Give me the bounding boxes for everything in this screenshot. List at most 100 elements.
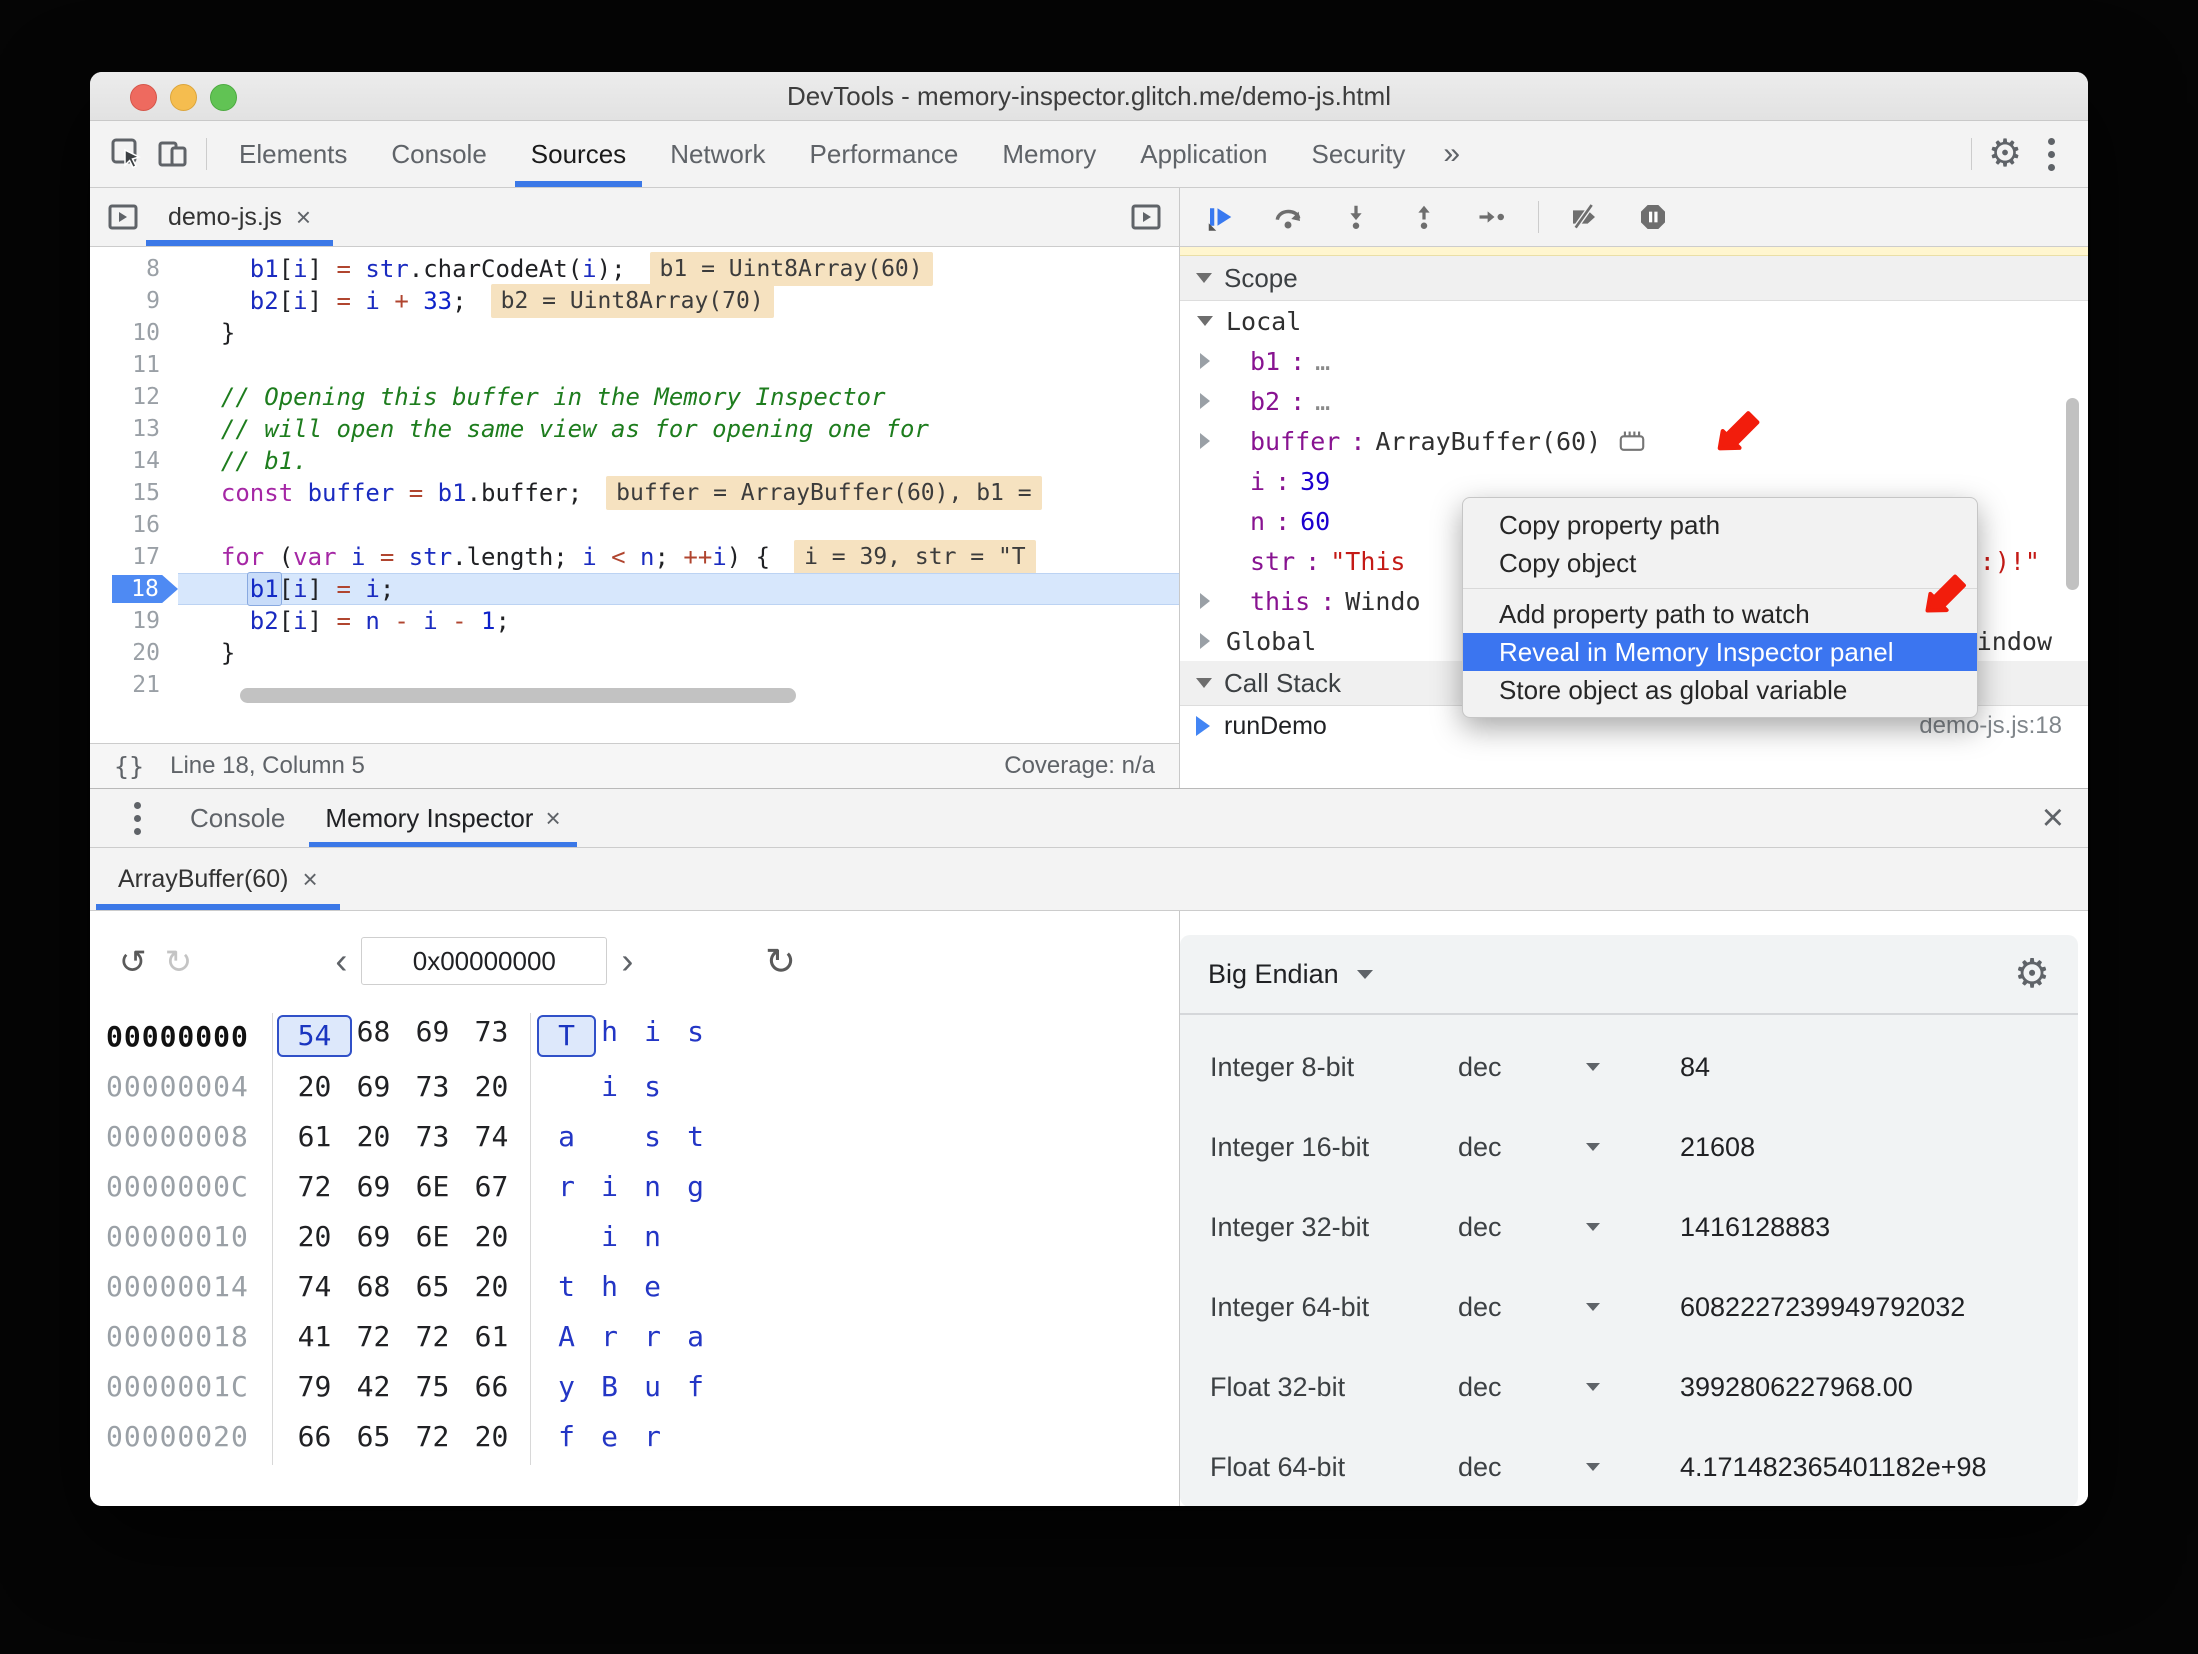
- pretty-print-button[interactable]: {}: [114, 752, 144, 781]
- hex-byte-cell[interactable]: 66: [462, 1370, 521, 1403]
- hex-byte-cell[interactable]: 72: [285, 1170, 344, 1203]
- ascii-cell[interactable]: [545, 1220, 588, 1253]
- chevron-down-icon[interactable]: [1586, 1223, 1600, 1231]
- code-line-8[interactable]: 8 b1[i] = str .charCodeAt(i); b1 = Uint8Ar…: [90, 252, 1179, 286]
- menu-item-reveal-in-memory-inspector-panel[interactable]: Reveal in Memory Inspector panel: [1463, 633, 1977, 671]
- chevron-down-icon[interactable]: [1586, 1463, 1600, 1471]
- menu-item-add-property-path-to-watch[interactable]: Add property path to watch: [1463, 595, 1977, 633]
- ascii-cell[interactable]: [588, 1120, 631, 1153]
- chevron-down-icon[interactable]: [1586, 1063, 1600, 1071]
- hex-byte-cell[interactable]: 67: [462, 1170, 521, 1203]
- step-over-icon[interactable]: [1266, 195, 1310, 239]
- ascii-cell[interactable]: [674, 1420, 717, 1453]
- format-select[interactable]: dec: [1458, 1372, 1586, 1403]
- hex-byte-cell[interactable]: 61: [285, 1120, 344, 1153]
- hex-byte-cell[interactable]: 42: [344, 1370, 403, 1403]
- code-line-9[interactable]: 9 b2[i] = i + 33; b2 = Uint8Array(70): [90, 284, 1179, 318]
- ascii-cell[interactable]: s: [631, 1070, 674, 1103]
- hex-byte-cell[interactable]: 68: [344, 1270, 403, 1303]
- ascii-cell[interactable]: A: [545, 1320, 588, 1353]
- ascii-cell[interactable]: B: [588, 1370, 631, 1403]
- hex-byte-cell[interactable]: 75: [403, 1370, 462, 1403]
- close-tab-icon[interactable]: ×: [545, 803, 560, 834]
- hex-byte-cell[interactable]: 73: [462, 1015, 521, 1057]
- format-select[interactable]: dec: [1458, 1452, 1586, 1483]
- scope-variable-b1[interactable]: b1: …: [1180, 341, 2088, 381]
- chevron-down-icon[interactable]: [1586, 1303, 1600, 1311]
- ascii-cell[interactable]: f: [545, 1420, 588, 1453]
- hex-byte-cell[interactable]: 20: [462, 1420, 521, 1453]
- more-tabs-button[interactable]: »: [1427, 137, 1476, 171]
- ascii-cell[interactable]: r: [631, 1320, 674, 1353]
- hex-byte-cell[interactable]: 74: [285, 1270, 344, 1303]
- ascii-cell[interactable]: f: [674, 1370, 717, 1403]
- tab-console[interactable]: Console: [369, 121, 508, 187]
- line-number[interactable]: 11: [90, 349, 178, 381]
- sidebar-scrollbar[interactable]: [2066, 398, 2079, 590]
- tab-sources[interactable]: Sources: [509, 121, 648, 187]
- hex-byte-cell[interactable]: 73: [403, 1120, 462, 1153]
- menu-item-store-object-as-global-variable[interactable]: Store object as global variable: [1463, 671, 1977, 709]
- format-select[interactable]: dec: [1458, 1292, 1586, 1323]
- ascii-cell[interactable]: s: [674, 1015, 717, 1057]
- code-line-10[interactable]: 10 }: [90, 317, 1179, 349]
- tab-security[interactable]: Security: [1290, 121, 1428, 187]
- tab-performance[interactable]: Performance: [788, 121, 981, 187]
- code-line-20[interactable]: 20 }: [90, 637, 1179, 669]
- history-back-icon[interactable]: ↺: [110, 945, 156, 978]
- deactivate-breakpoints-icon[interactable]: [1563, 195, 1607, 239]
- format-select[interactable]: dec: [1458, 1052, 1586, 1083]
- format-select[interactable]: dec: [1458, 1132, 1586, 1163]
- tab-application[interactable]: Application: [1118, 121, 1289, 187]
- drawer-menu-kebab-icon[interactable]: [114, 795, 160, 841]
- scope-variable-buffer[interactable]: buffer: ArrayBuffer(60): [1180, 421, 2088, 461]
- ascii-cell[interactable]: i: [588, 1220, 631, 1253]
- ascii-cell[interactable]: r: [631, 1420, 674, 1453]
- ascii-cell[interactable]: s: [631, 1120, 674, 1153]
- ascii-cell[interactable]: u: [631, 1370, 674, 1403]
- hex-byte-cell[interactable]: 41: [285, 1320, 344, 1353]
- scope-section-header[interactable]: Scope: [1180, 256, 2088, 301]
- value-settings-gear-icon[interactable]: ⚙: [2014, 954, 2050, 994]
- hex-byte-cell[interactable]: 20: [462, 1070, 521, 1103]
- code-line-14[interactable]: 14 // b1.: [90, 445, 1179, 477]
- line-number[interactable]: 9: [90, 285, 178, 317]
- code-line-11[interactable]: 11: [90, 349, 1179, 381]
- ascii-cell[interactable]: e: [631, 1270, 674, 1303]
- ascii-cell[interactable]: y: [545, 1370, 588, 1403]
- device-toolbar-icon[interactable]: [150, 131, 196, 177]
- chevron-down-icon[interactable]: [1586, 1383, 1600, 1391]
- hex-byte-cell[interactable]: 68: [344, 1015, 403, 1057]
- close-drawer-icon[interactable]: ×: [2042, 799, 2064, 837]
- resume-icon[interactable]: [1198, 195, 1242, 239]
- tab-elements[interactable]: Elements: [217, 121, 369, 187]
- hex-byte-cell[interactable]: 20: [285, 1220, 344, 1253]
- ascii-cell[interactable]: i: [588, 1170, 631, 1203]
- close-buffer-tab-icon[interactable]: ×: [302, 864, 317, 895]
- tab-network[interactable]: Network: [648, 121, 787, 187]
- main-menu-kebab-icon[interactable]: [2028, 131, 2074, 177]
- line-number[interactable]: 15: [90, 477, 178, 509]
- line-number[interactable]: 10: [90, 317, 178, 349]
- toggle-navigator-sidebar-icon[interactable]: [100, 194, 146, 240]
- hex-byte-cell[interactable]: 6E: [403, 1220, 462, 1253]
- hex-byte-cell[interactable]: 20: [285, 1070, 344, 1103]
- step-out-icon[interactable]: [1402, 195, 1446, 239]
- scope-variable-b2[interactable]: b2: …: [1180, 381, 2088, 421]
- menu-item-copy-property-path[interactable]: Copy property path: [1463, 506, 1977, 544]
- hex-byte-cell[interactable]: 66: [285, 1420, 344, 1453]
- previous-page-icon[interactable]: ‹: [321, 940, 361, 982]
- next-page-icon[interactable]: ›: [607, 940, 647, 982]
- step-into-icon[interactable]: [1334, 195, 1378, 239]
- pause-on-exceptions-icon[interactable]: [1631, 195, 1675, 239]
- code-line-15[interactable]: 15 const buffer = b1 .buffer; buffer = Arr…: [90, 476, 1179, 510]
- drawer-tab-memory-inspector[interactable]: Memory Inspector ×: [305, 789, 580, 847]
- hex-byte-cell[interactable]: 20: [462, 1220, 521, 1253]
- refresh-icon[interactable]: ↺: [765, 940, 796, 983]
- address-input[interactable]: [361, 937, 608, 985]
- ascii-cell[interactable]: a: [674, 1320, 717, 1353]
- hex-byte-cell[interactable]: 72: [344, 1320, 403, 1353]
- endianness-select[interactable]: Big Endian: [1208, 959, 1373, 990]
- line-number[interactable]: 21: [90, 669, 178, 701]
- ascii-cell[interactable]: n: [631, 1220, 674, 1253]
